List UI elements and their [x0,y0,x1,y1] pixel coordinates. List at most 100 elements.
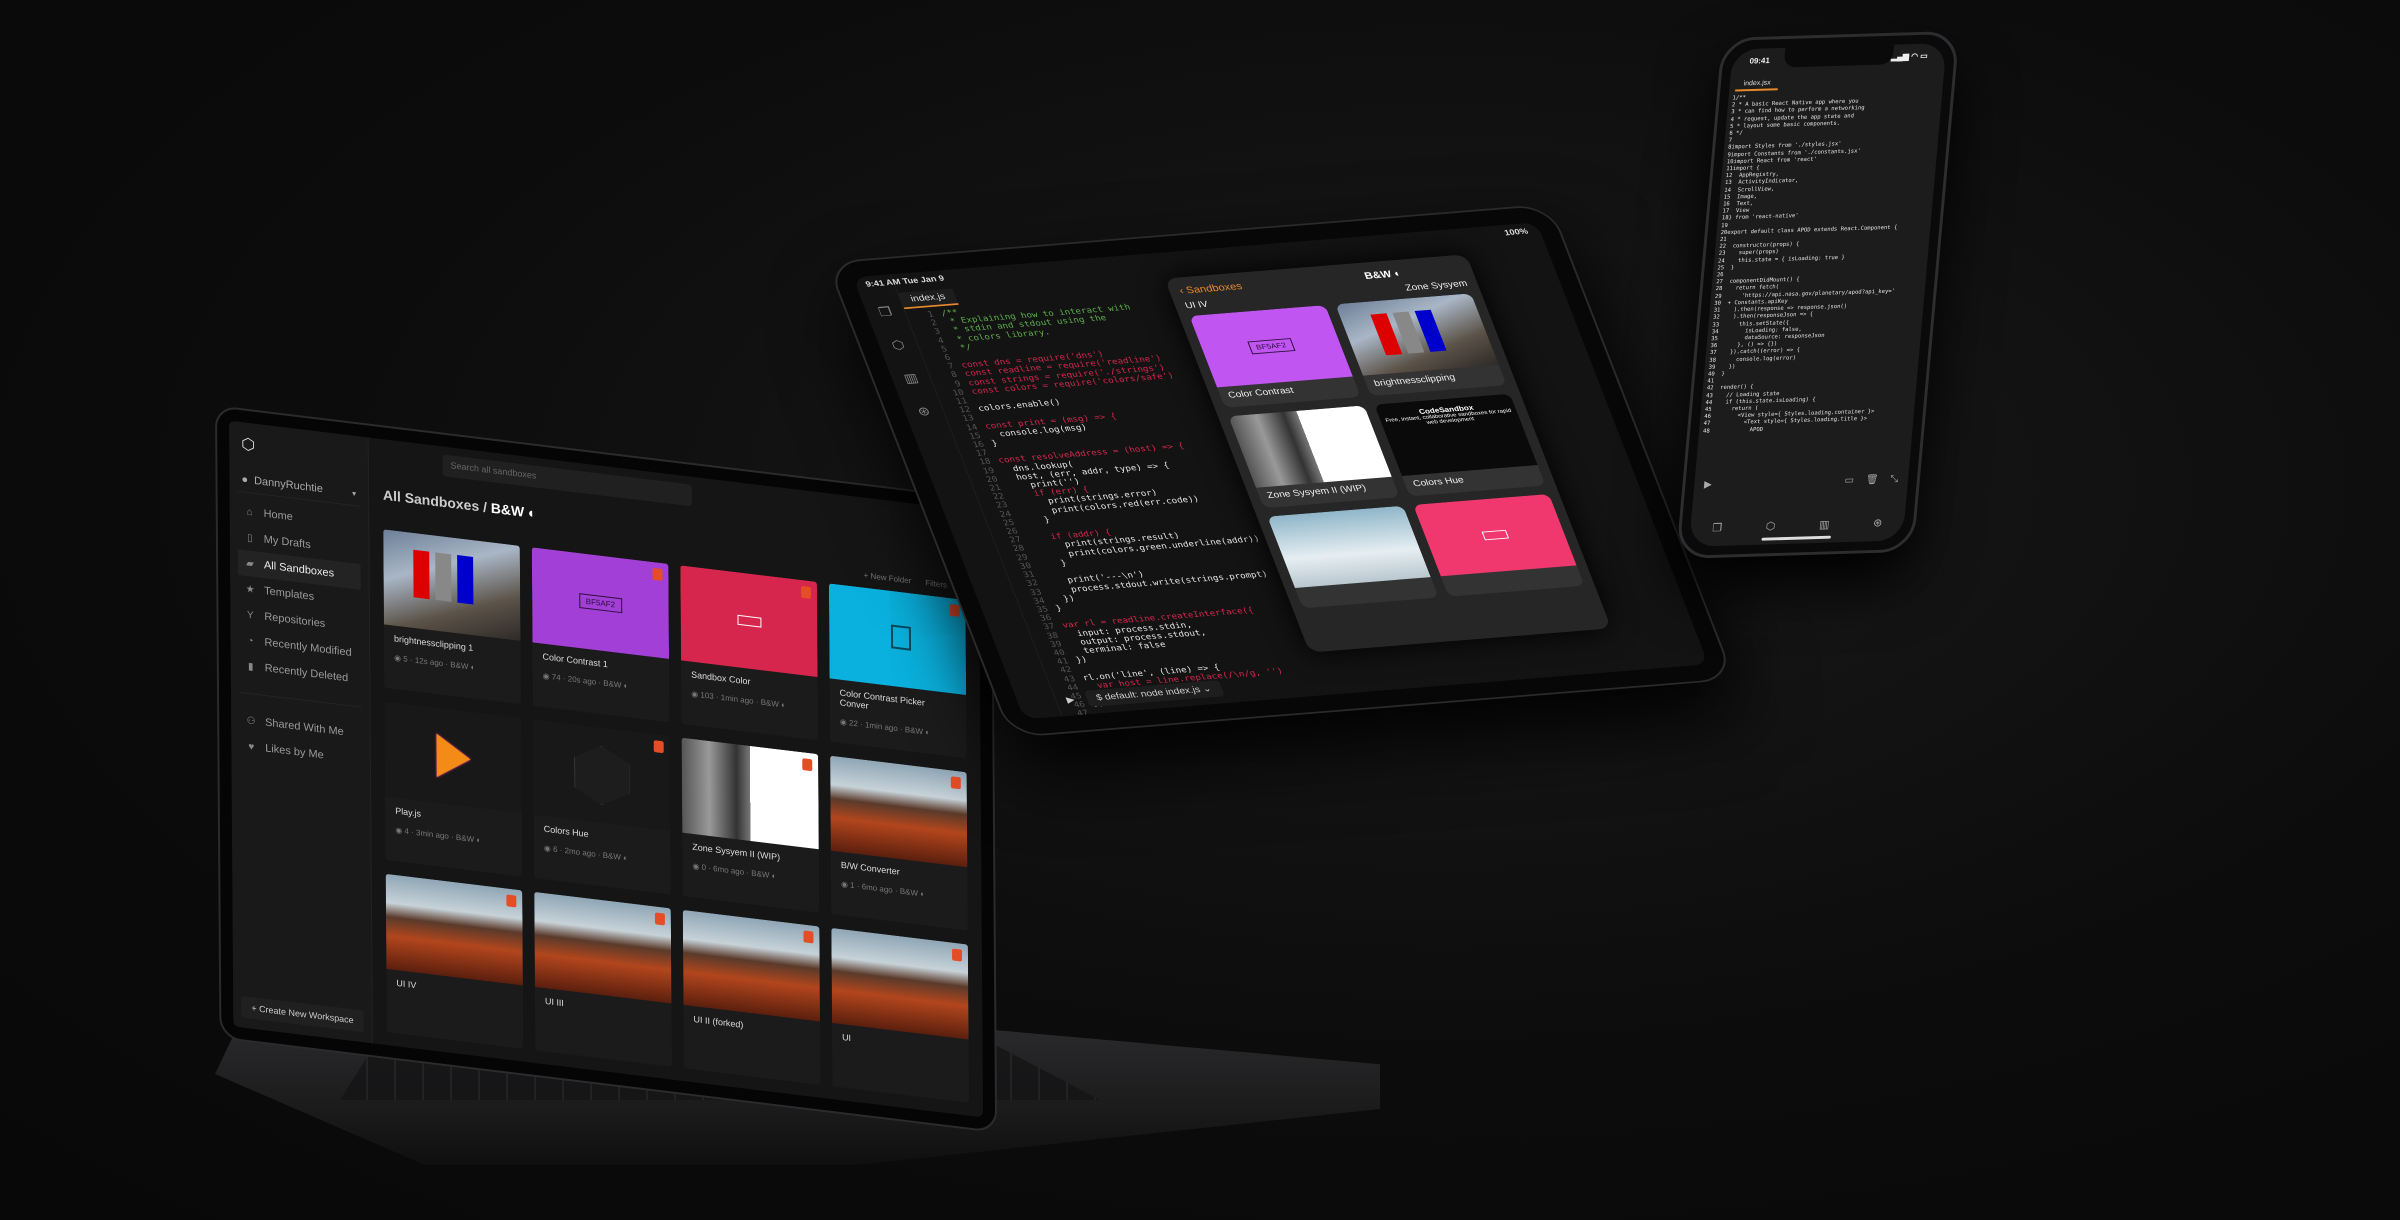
breadcrumb-root[interactable]: All Sandboxes / [383,487,491,516]
panel-title: B&W ◐ [1362,268,1404,282]
divider [238,691,362,708]
line-number: 7 [1728,137,1733,144]
code-text: } [1714,371,1725,378]
sandbox-card[interactable]: brightnessclipping 1 ◉ 5 · 12s ago · B&W … [383,529,521,705]
sidebar-item-label: Recently Modified [264,636,352,659]
sidebar-item-label: Templates [264,585,315,603]
users-icon: ⚇ [246,714,256,727]
code-text: /** [1735,95,1747,102]
sandbox-card[interactable]: B/W Converter ◉ 1 · 6mo ago · B&W ◐ [830,755,968,931]
code-text: } from 'react-native' [1728,213,1799,222]
sidebar: ⬡ ● DannyRuchtie ▾ ⌂ Home ▯ My Drafts ▰ All S… [229,420,373,1044]
code-text: */ [953,343,974,353]
folder-icon: ▰ [246,557,254,570]
laptop: ⬡ ● DannyRuchtie ▾ ⌂ Home ▯ My Drafts ▰ All S… [215,405,998,1133]
expand-icon[interactable]: ⤡ [1890,474,1899,488]
thumbnail-image [384,701,522,814]
html5-icon [949,603,960,618]
html5-icon [802,758,813,772]
avatar: ● [241,473,249,487]
logo-badge [736,614,761,628]
tab-index-jsx[interactable]: index.jsx [1735,77,1779,92]
code-text: View [1728,207,1750,215]
files-icon[interactable]: ❐ [876,304,894,319]
main-content: Search all sandboxes All Sandboxes / B&W… [369,437,983,1117]
branch-icon: Y [246,609,254,621]
thumbnail-image: BF5AF2 [1189,305,1353,388]
sidebar-item-label: My Drafts [263,533,311,552]
sidebar-item-label: Repositories [264,610,326,631]
panel-card[interactable] [1413,493,1585,597]
thumbnail-image: BF5AF2 [531,547,670,659]
thumbnail-image [680,565,818,677]
panel-card[interactable]: CodeSandbox Free, instant, collaborative … [1374,393,1546,497]
settings-icon[interactable]: ⊛ [1873,516,1883,529]
line-number: 19 [1720,222,1729,229]
hexagon-icon [574,742,630,808]
html5-icon [952,948,963,962]
create-workspace-button[interactable]: + Create New Workspace [241,995,364,1033]
book-icon[interactable]: ▥ [1819,518,1830,531]
panel-card[interactable]: Zone Sysyem II (WIP) [1228,405,1400,509]
thumbnail-image [1228,405,1392,488]
panel-card[interactable] [1267,505,1439,609]
sandbox-card[interactable]: Color Contrast Picker Conver ◉ 22 · 1min … [828,583,967,759]
settings-icon[interactable]: ⊛ [915,404,932,419]
sandbox-card[interactable]: Zone Sysyem II (WIP) ◉ 0 · 6mo ago · B&W … [681,737,820,913]
files-icon[interactable]: ❐ [1712,521,1723,534]
code-text: } [1723,264,1735,272]
codesandbox-logo-icon[interactable]: ⬡ [241,434,360,468]
code-text: ScrollView, [1730,186,1775,194]
sandbox-card[interactable]: Colors Hue ◉ 6 · 2mo ago · B&W ◐ [533,719,671,895]
box-icon[interactable]: ⬡ [889,337,907,352]
code-text: }) [1074,655,1089,666]
window-icon[interactable]: ▭ [1844,475,1854,489]
html5-icon [950,776,961,790]
sandbox-card[interactable]: UI IV [385,873,524,1049]
sandbox-card[interactable]: Sandbox Color ◉ 103 · 1min ago · B&W ◐ [680,565,819,741]
phone-screen: 09:41 ▂▄▆ ◠ ▭ index.jsx 1/** 2 * A basic R… [1688,42,1947,547]
book-icon[interactable]: ▥ [902,371,921,387]
square-icon [890,624,911,651]
row-label-left[interactable]: UI IV [1184,300,1210,311]
sandbox-grid: brightnessclipping 1 ◉ 5 · 12s ago · B&W … [383,529,970,1103]
sandbox-card[interactable]: UI III [534,891,672,1067]
trash-icon[interactable]: 🗑 [1865,474,1879,488]
sandbox-card[interactable]: UI II (forked) [682,909,821,1085]
html5-icon [506,894,517,908]
box-icon[interactable]: ⬡ [1765,520,1776,533]
color-badge: BF5AF2 [578,593,623,614]
home-indicator [1761,535,1831,541]
line-number: 48 [1068,718,1093,719]
html5-icon [803,930,814,944]
sandbox-card[interactable]: UI [831,927,970,1103]
toolbar-button[interactable]: + New Folder [864,571,912,586]
back-button[interactable]: ‹ Sandboxes [1178,281,1244,296]
line-number: 21 [1719,236,1727,244]
phone: 09:41 ▂▄▆ ◠ ▭ index.jsx 1/** 2 * A basic R… [1675,30,1960,559]
play-logo-icon [435,733,471,782]
sandbox-card[interactable]: BF5AF2 Color Contrast 1 ◉ 74 · 20s ago · B… [531,547,670,723]
chevron-down-icon: ▾ [352,488,357,498]
sandbox-card[interactable]: Play.js ◉ 4 · 3min ago · B&W ◐ [384,701,523,877]
code-lines[interactable]: 1/** 2 * A basic React Native app where y… [1698,85,1943,439]
panel-card[interactable]: BF5AF2 Color Contrast [1189,305,1361,408]
code-text: }) [1715,363,1736,371]
notch [1783,44,1895,68]
toolbar-button[interactable]: Filters [925,578,947,590]
username: DannyRuchtie [254,475,323,496]
row-label-right[interactable]: Zone Sysyem [1404,279,1469,293]
tablet-screen: 9:41 AM Tue Jan 9 100% ❐ ⬡ ▥ ⊛ index.js 1… [852,222,1709,720]
thumbnail-image [383,529,521,641]
thumbnail-image [533,719,671,832]
panel-card[interactable]: brightnessclipping [1335,293,1507,397]
play-icon[interactable]: ▶ [1703,479,1713,493]
line-number: 41 [1707,378,1715,385]
